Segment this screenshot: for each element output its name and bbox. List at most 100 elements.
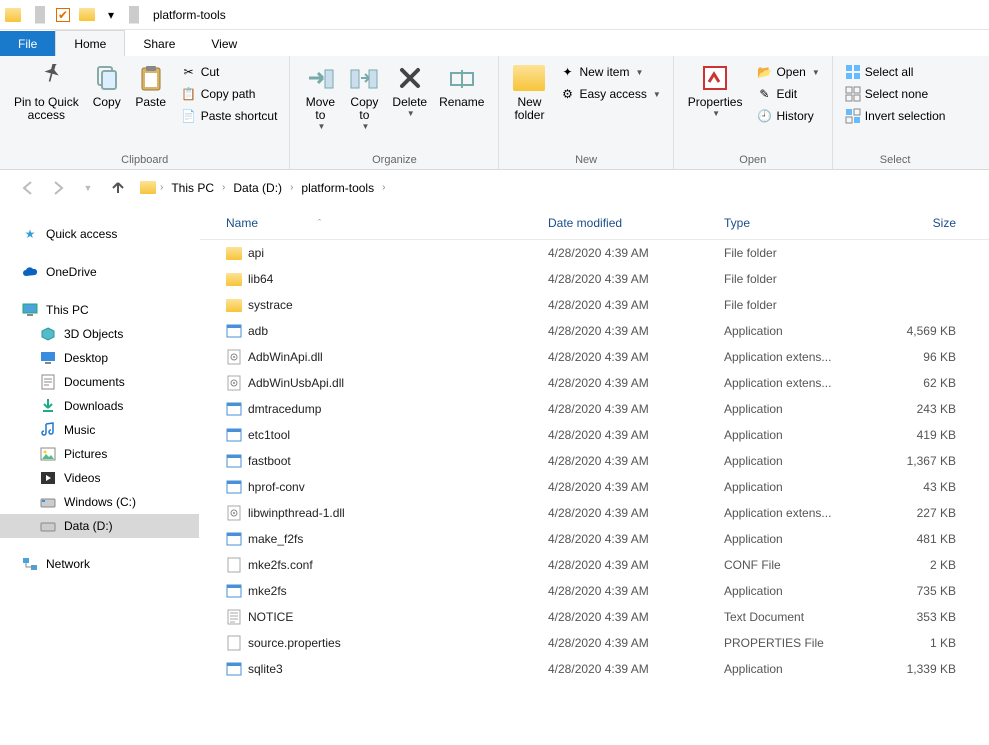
tab-share[interactable]: Share	[125, 31, 193, 56]
rename-button[interactable]: Rename	[433, 60, 490, 111]
window-icon	[5, 8, 21, 22]
nav-item-music[interactable]: Music	[0, 418, 199, 442]
chevron-right-icon[interactable]: ›	[156, 182, 167, 193]
nav-item-3d-objects[interactable]: 3D Objects	[0, 322, 199, 346]
content-area: ★Quick access OneDrive This PC 3D Object…	[0, 206, 989, 745]
file-row[interactable]: AdbWinApi.dll4/28/2020 4:39 AMApplicatio…	[200, 344, 989, 370]
column-date[interactable]: Date modified	[542, 216, 718, 230]
properties-icon	[699, 62, 731, 94]
nav-item-documents[interactable]: Documents	[0, 370, 199, 394]
select-all-icon	[845, 64, 861, 80]
chevron-down-icon: ▼	[712, 109, 720, 118]
qat-properties-icon[interactable]: ✔	[55, 7, 71, 23]
cloud-icon	[22, 264, 38, 280]
select-none-button[interactable]: Select none	[841, 84, 950, 104]
back-button[interactable]	[16, 176, 40, 200]
column-name[interactable]: Nameˆ	[220, 216, 542, 230]
rename-icon	[446, 62, 478, 94]
nav-network[interactable]: Network	[0, 552, 199, 576]
group-select: Select all Select none Invert selection …	[833, 56, 958, 169]
pin-to-quick-access-button[interactable]: Pin to Quick access	[8, 60, 85, 124]
new-folder-button[interactable]: New folder	[507, 60, 551, 124]
file-icon	[226, 661, 242, 677]
history-button[interactable]: 🕘History	[752, 106, 823, 126]
nav-this-pc[interactable]: This PC	[0, 298, 199, 322]
nav-item-pictures[interactable]: Pictures	[0, 442, 199, 466]
paste-shortcut-button[interactable]: 📄Paste shortcut	[177, 106, 282, 126]
nav-item-windows-c-[interactable]: Windows (C:)	[0, 490, 199, 514]
recent-dropdown[interactable]: ▼	[76, 176, 100, 200]
file-row[interactable]: libwinpthread-1.dll4/28/2020 4:39 AMAppl…	[200, 500, 989, 526]
up-button[interactable]	[106, 176, 130, 200]
file-row[interactable]: sqlite34/28/2020 4:39 AMApplication1,339…	[200, 656, 989, 682]
copy-path-button[interactable]: 📋Copy path	[177, 84, 282, 104]
forward-button[interactable]	[46, 176, 70, 200]
edit-button[interactable]: ✎Edit	[752, 84, 823, 104]
chevron-right-icon[interactable]: ›	[378, 182, 389, 193]
group-open: Properties▼ 📂Open▼ ✎Edit 🕘History Open	[674, 56, 833, 169]
move-to-button[interactable]: Move to▼	[298, 60, 342, 133]
copy-to-icon	[348, 62, 380, 94]
chevron-down-icon: ▼	[653, 90, 661, 99]
star-icon: ★	[22, 226, 38, 242]
nav-item-icon	[40, 494, 56, 510]
easy-access-button[interactable]: ⚙Easy access▼	[555, 84, 664, 104]
delete-button[interactable]: Delete▼	[386, 60, 433, 120]
file-icon	[226, 349, 242, 365]
tab-home[interactable]: Home	[55, 30, 125, 56]
nav-onedrive[interactable]: OneDrive	[0, 260, 199, 284]
file-icon	[226, 609, 242, 625]
qat-dropdown-icon[interactable]: ▾	[103, 7, 119, 23]
properties-button[interactable]: Properties▼	[682, 60, 749, 120]
navigation-pane: ★Quick access OneDrive This PC 3D Object…	[0, 206, 200, 745]
breadcrumb-bar[interactable]: › This PC › Data (D:) › platform-tools ›	[136, 175, 973, 201]
folder-icon	[140, 180, 156, 196]
file-icon	[226, 245, 242, 261]
file-icon	[226, 297, 242, 313]
file-row[interactable]: etc1tool4/28/2020 4:39 AMApplication419 …	[200, 422, 989, 448]
chevron-right-icon[interactable]: ›	[218, 182, 229, 193]
breadcrumb-this-pc[interactable]: This PC	[167, 181, 218, 195]
breadcrumb-folder[interactable]: platform-tools	[297, 181, 378, 195]
file-row[interactable]: dmtracedump4/28/2020 4:39 AMApplication2…	[200, 396, 989, 422]
nav-quick-access[interactable]: ★Quick access	[0, 222, 199, 246]
copy-to-button[interactable]: Copy to▼	[342, 60, 386, 133]
file-icon	[226, 505, 242, 521]
move-to-icon	[304, 62, 336, 94]
file-row[interactable]: hprof-conv4/28/2020 4:39 AMApplication43…	[200, 474, 989, 500]
nav-item-videos[interactable]: Videos	[0, 466, 199, 490]
nav-item-downloads[interactable]: Downloads	[0, 394, 199, 418]
easy-access-icon: ⚙	[559, 86, 575, 102]
cut-button[interactable]: ✂Cut	[177, 62, 282, 82]
paste-button[interactable]: Paste	[129, 60, 173, 111]
file-row[interactable]: source.properties4/28/2020 4:39 AMPROPER…	[200, 630, 989, 656]
column-type[interactable]: Type	[718, 216, 872, 230]
ribbon: Pin to Quick access Copy Paste ✂Cut 📋Cop…	[0, 56, 989, 170]
file-row[interactable]: fastboot4/28/2020 4:39 AMApplication1,36…	[200, 448, 989, 474]
file-row[interactable]: mke2fs.conf4/28/2020 4:39 AMCONF File2 K…	[200, 552, 989, 578]
file-row[interactable]: mke2fs4/28/2020 4:39 AMApplication735 KB	[200, 578, 989, 604]
file-row[interactable]: systrace4/28/2020 4:39 AMFile folder	[200, 292, 989, 318]
new-item-button[interactable]: ✦New item▼	[555, 62, 664, 82]
qat-folder-icon[interactable]	[79, 7, 95, 23]
file-row[interactable]: make_f2fs4/28/2020 4:39 AMApplication481…	[200, 526, 989, 552]
nav-item-data-d-[interactable]: Data (D:)	[0, 514, 199, 538]
file-row[interactable]: adb4/28/2020 4:39 AMApplication4,569 KB	[200, 318, 989, 344]
invert-selection-button[interactable]: Invert selection	[841, 106, 950, 126]
chevron-down-icon: ▼	[407, 109, 415, 118]
file-row[interactable]: api4/28/2020 4:39 AMFile folder	[200, 240, 989, 266]
file-row[interactable]: AdbWinUsbApi.dll4/28/2020 4:39 AMApplica…	[200, 370, 989, 396]
tab-view[interactable]: View	[193, 31, 255, 56]
file-row[interactable]: lib644/28/2020 4:39 AMFile folder	[200, 266, 989, 292]
divider	[35, 6, 45, 24]
copy-button[interactable]: Copy	[85, 60, 129, 111]
select-all-button[interactable]: Select all	[841, 62, 950, 82]
chevron-right-icon[interactable]: ›	[286, 182, 297, 193]
tab-file[interactable]: File	[0, 31, 55, 56]
nav-item-desktop[interactable]: Desktop	[0, 346, 199, 370]
history-icon: 🕘	[756, 108, 772, 124]
open-button[interactable]: 📂Open▼	[752, 62, 823, 82]
file-row[interactable]: NOTICE4/28/2020 4:39 AMText Document353 …	[200, 604, 989, 630]
column-size[interactable]: Size	[872, 216, 962, 230]
breadcrumb-drive[interactable]: Data (D:)	[229, 181, 286, 195]
